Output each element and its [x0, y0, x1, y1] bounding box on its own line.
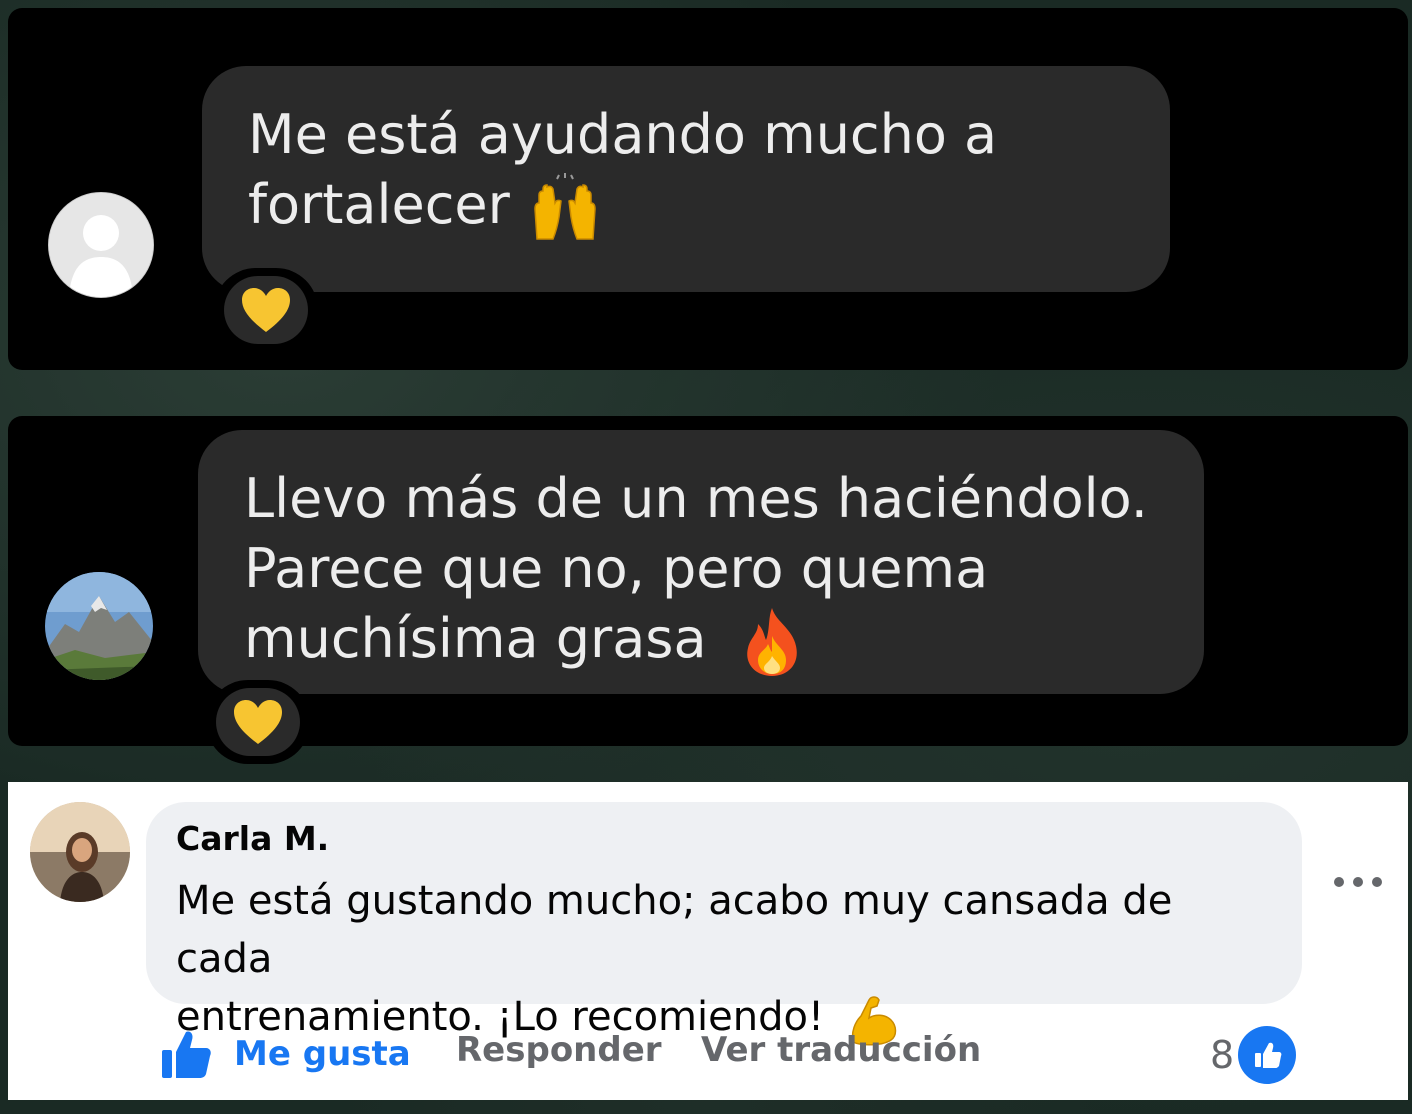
profile-photo-icon — [30, 802, 130, 902]
thumbs-up-icon — [162, 1031, 211, 1078]
dot-icon — [1334, 877, 1344, 887]
like-count-number: 8 — [1210, 1033, 1235, 1077]
commenter-avatar[interactable] — [30, 802, 130, 902]
message-line: fortalecer — [248, 173, 510, 236]
mountain-landscape-icon — [45, 572, 153, 680]
comment-bubble[interactable]: Carla M. Me está gustando mucho; acabo m… — [146, 802, 1302, 1046]
message-line: Llevo más de un mes haciéndolo. — [244, 467, 1148, 530]
chat-panel-1: Me está ayudando mucho a fortalecer — [8, 8, 1408, 370]
raising-hands-icon — [534, 173, 596, 241]
comment-author[interactable]: Carla M. — [176, 816, 1272, 862]
person-silhouette-icon — [49, 193, 153, 297]
comment-text: Me está gustando mucho; acabo muy cansad… — [176, 872, 1272, 1046]
yellow-heart-icon — [242, 288, 290, 332]
reaction-count[interactable]: 8 — [1210, 1026, 1297, 1084]
message-bubble-1[interactable]: Me está ayudando mucho a fortalecer — [202, 66, 1170, 292]
comment-text-line: Me está gustando mucho; acabo muy cansad… — [176, 878, 1173, 982]
reaction-badge-2[interactable] — [206, 680, 310, 764]
dot-icon — [1353, 877, 1363, 887]
mountain-avatar[interactable] — [45, 572, 153, 680]
more-options-button[interactable] — [1334, 870, 1382, 894]
reaction-badge-1[interactable] — [214, 268, 318, 352]
chat-panel-2: Llevo más de un mes haciéndolo. Parece q… — [8, 416, 1408, 764]
fire-icon — [746, 608, 797, 677]
dot-icon — [1372, 877, 1382, 887]
like-label: Me gusta — [234, 1034, 411, 1074]
thumbs-up-icon — [1255, 1042, 1282, 1068]
like-button[interactable]: Me gusta — [160, 1028, 411, 1080]
like-badge — [1238, 1026, 1297, 1084]
see-translation-link[interactable]: Ver traducción — [701, 1028, 981, 1072]
reply-button[interactable]: Responder — [456, 1028, 662, 1072]
message-line: Parece que no, pero quema — [244, 537, 989, 600]
facebook-comment: Carla M. Me está gustando mucho; acabo m… — [8, 782, 1408, 1100]
message-line: muchísima grasa — [244, 607, 707, 670]
message-line: Me está ayudando mucho a — [248, 103, 998, 166]
yellow-heart-icon — [234, 700, 282, 744]
message-bubble-2[interactable]: Llevo más de un mes haciéndolo. Parece q… — [198, 430, 1204, 694]
default-avatar[interactable] — [48, 192, 154, 298]
